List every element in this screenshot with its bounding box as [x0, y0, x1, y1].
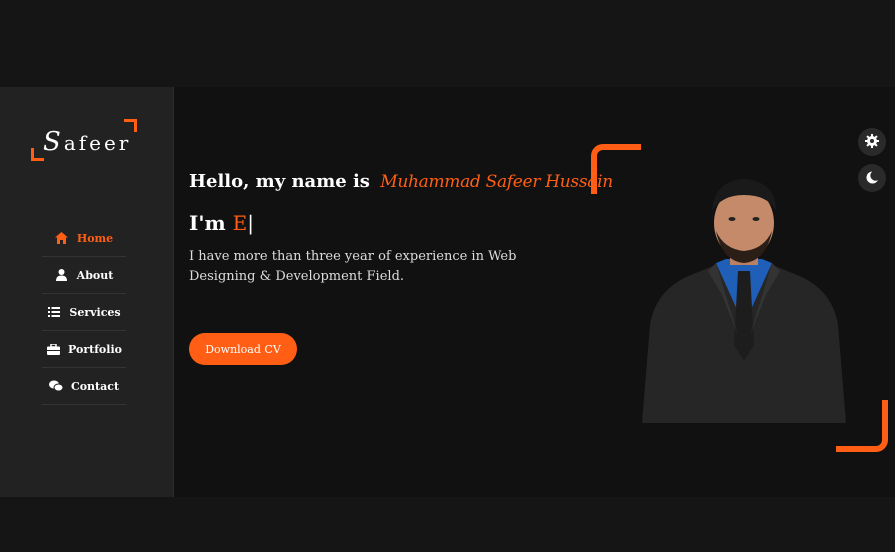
moon-icon — [866, 169, 881, 188]
sidebar-item-label: About — [76, 268, 114, 282]
gear-icon — [865, 133, 879, 152]
typed-word: E — [232, 211, 248, 235]
sidebar-item-about[interactable]: About — [42, 257, 126, 294]
settings-button[interactable] — [858, 128, 886, 156]
typed-role: I'm E| — [189, 211, 254, 235]
sidebar: Safeer Home About Services Portfolio Con… — [0, 87, 174, 497]
decor-bracket-top-left — [591, 144, 641, 194]
hero-greeting: Hello, my name is Muhammad Safeer Hussai… — [189, 171, 613, 192]
greeting-text: Hello, my name is — [189, 171, 370, 192]
typed-prefix: I'm — [189, 211, 226, 235]
typed-cursor: | — [247, 211, 254, 235]
hero-name: Muhammad Safeer Hussain — [380, 172, 613, 192]
list-icon — [47, 306, 61, 318]
sidebar-item-home[interactable]: Home — [42, 220, 126, 257]
briefcase-icon — [46, 343, 60, 355]
app-container: Safeer Home About Services Portfolio Con… — [0, 87, 895, 497]
sidebar-item-label: Contact — [70, 379, 120, 393]
theme-toggle-button[interactable] — [858, 164, 886, 192]
sidebar-item-services[interactable]: Services — [42, 294, 126, 331]
user-icon — [55, 269, 69, 281]
sidebar-item-contact[interactable]: Contact — [42, 368, 126, 405]
sidebar-item-label: Home — [76, 231, 114, 245]
sidebar-item-label: Services — [69, 305, 121, 319]
logo-initial: S — [43, 127, 64, 157]
sidebar-item-portfolio[interactable]: Portfolio — [42, 331, 126, 368]
logo-text: Safeer — [43, 127, 131, 157]
download-cv-button[interactable]: Download CV — [189, 333, 297, 365]
chat-icon — [48, 380, 63, 392]
profile-photo — [642, 175, 846, 423]
sidebar-nav: Home About Services Portfolio Contact — [42, 220, 126, 405]
home-icon — [55, 232, 69, 244]
logo-rest: afeer — [63, 131, 132, 155]
logo[interactable]: Safeer — [31, 119, 137, 161]
hero-intro: I have more than three year of experienc… — [189, 249, 517, 284]
sidebar-item-label: Portfolio — [68, 342, 122, 356]
